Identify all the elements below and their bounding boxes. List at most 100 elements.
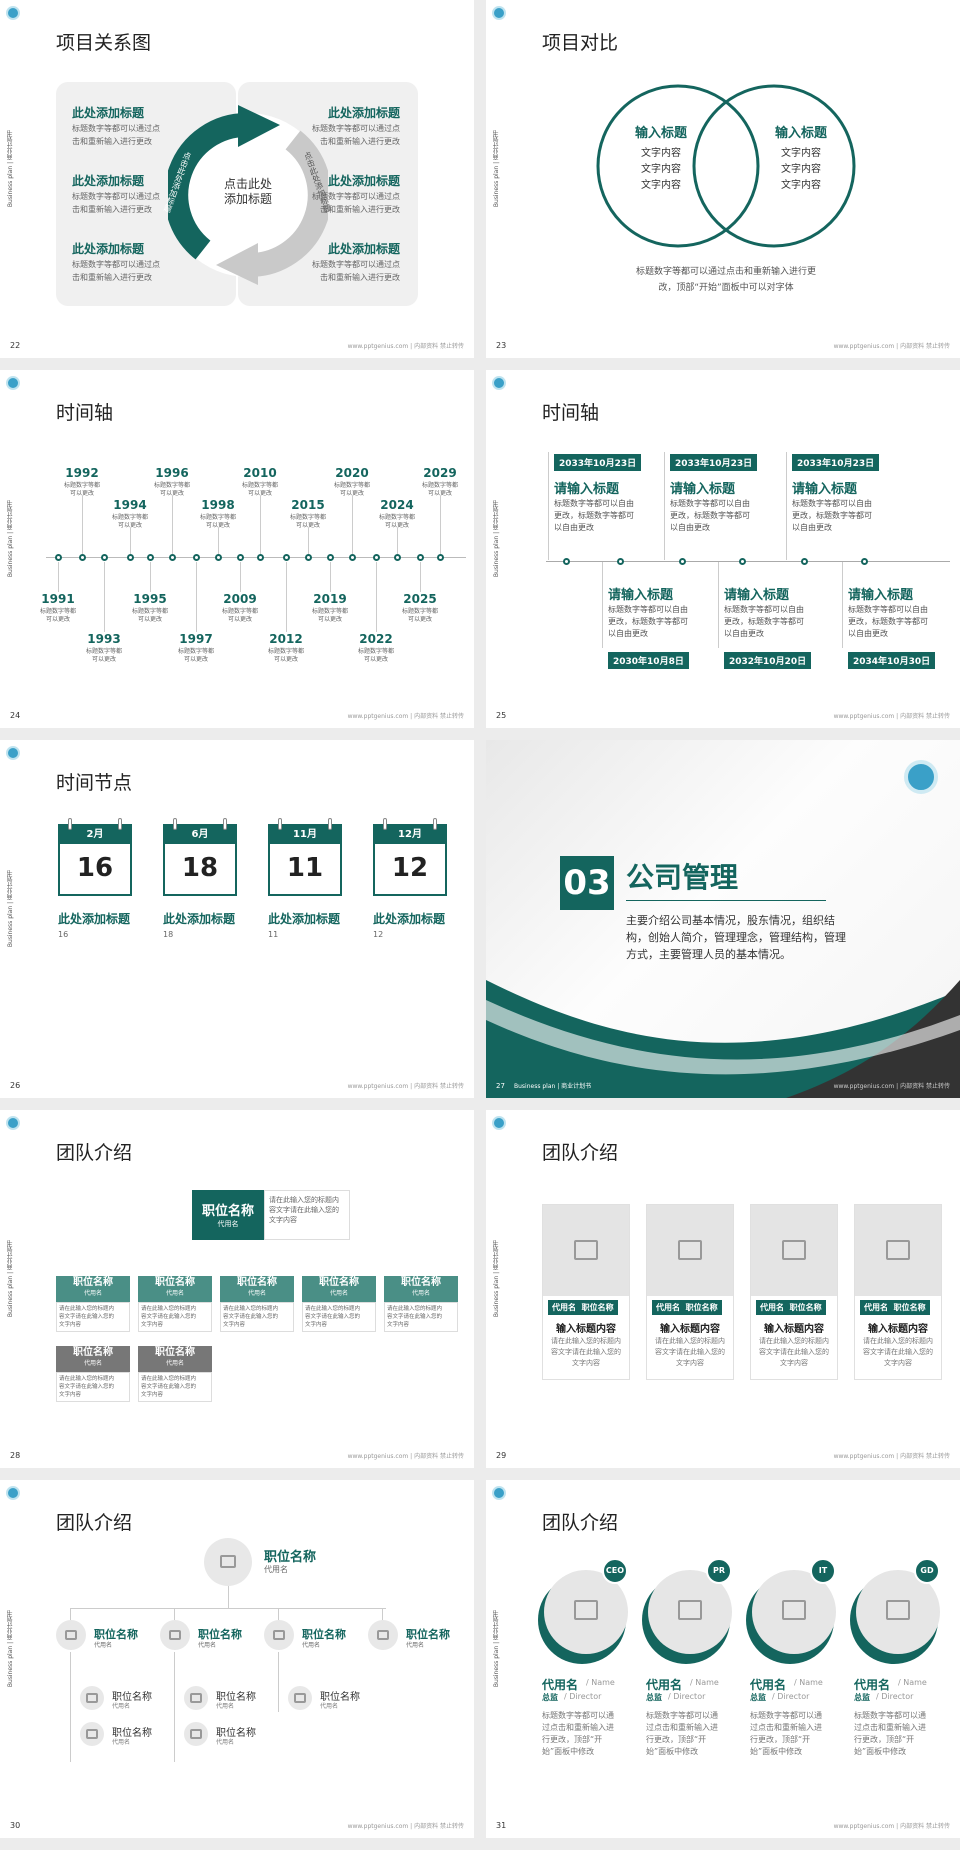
item-desc: 标题数字等都可以通过点 击和重新输入进行更改 xyxy=(72,124,160,146)
image-placeholder-icon xyxy=(190,1729,202,1739)
avatar[interactable] xyxy=(80,1722,104,1746)
timeline-dot[interactable] xyxy=(861,558,868,565)
calendar-card[interactable]: 12月 12 xyxy=(373,824,447,896)
footer-url: www.pptgenius.com | 内部资料 禁止转传 xyxy=(833,1083,950,1090)
position-card[interactable]: 职位名称 代用名 xyxy=(384,1276,458,1302)
slide-27[interactable]: 03 公司管理 主要介绍公司基本情况，股东情况，组织结 构，创始人简介，管理理念… xyxy=(486,740,960,1098)
timeline-dot[interactable] xyxy=(617,558,624,565)
slide-30[interactable]: Business plan | 商业计划书 团队介绍 职位名称 代用名 30 w… xyxy=(0,1480,474,1838)
position-card[interactable]: 职位名称 代用名 xyxy=(138,1346,212,1372)
timeline-year: 2012 xyxy=(269,632,303,646)
timeline-dot[interactable] xyxy=(55,554,62,561)
role-badge: PR xyxy=(706,1558,732,1584)
timeline-connector xyxy=(664,452,665,560)
timeline-dot[interactable] xyxy=(283,554,290,561)
person-role-en: / Director xyxy=(772,1692,810,1701)
page-number: 27 xyxy=(496,1082,505,1090)
slide-24[interactable]: Business plan | 商业计划书 时间轴 24 www.pptgeni… xyxy=(0,370,474,728)
timeline-dot[interactable] xyxy=(147,554,154,561)
timeline-dot[interactable] xyxy=(79,554,86,561)
timeline-dot[interactable] xyxy=(237,554,244,561)
timeline-connector xyxy=(286,562,287,632)
logo-icon xyxy=(492,376,506,390)
calendar-ring-icon xyxy=(383,818,387,830)
timeline-desc: 标题数字等都 可以更改 xyxy=(63,482,100,497)
event-title: 请输入标题 xyxy=(608,588,674,603)
avatar[interactable] xyxy=(184,1722,208,1746)
item-title: 此处添加标题 xyxy=(72,174,145,188)
org-top-position: 职位名称 xyxy=(201,1204,254,1219)
event-desc: 标题数字等都可以自由 更改，标题数字等都可 以自由更改 xyxy=(554,499,634,532)
slide-31[interactable]: Business plan | 商业计划书 团队介绍 31 www.pptgen… xyxy=(486,1480,960,1838)
calendar-card[interactable]: 6月 18 xyxy=(163,824,237,896)
org-top-desc: 请在此输入您的标题内 容文字请在此输入您的 文字内容 xyxy=(264,1190,350,1240)
timeline-dot[interactable] xyxy=(127,554,134,561)
timeline-dot[interactable] xyxy=(101,554,108,561)
timeline-dot[interactable] xyxy=(257,554,264,561)
timeline-dot[interactable] xyxy=(327,554,334,561)
footer-label: Business plan | 商业计划书 xyxy=(514,1083,592,1090)
timeline-dot[interactable] xyxy=(563,558,570,565)
slide-29[interactable]: Business plan | 商业计划书 团队介绍 29 www.pptgen… xyxy=(486,1110,960,1468)
person-role-en: / Director xyxy=(668,1692,706,1701)
org-top-avatar[interactable] xyxy=(204,1538,252,1586)
logo-icon xyxy=(492,1486,506,1500)
position-title: 职位名称 xyxy=(155,1347,195,1358)
event-title: 请输入标题 xyxy=(724,588,790,603)
date-tag: 2034年10月30日 xyxy=(848,652,936,669)
avatar[interactable] xyxy=(184,1686,208,1710)
timeline-dot[interactable] xyxy=(373,554,380,561)
timeline-dot[interactable] xyxy=(437,554,444,561)
calendar-ring-icon xyxy=(118,818,122,830)
calendar-card[interactable]: 11月 11 xyxy=(268,824,342,896)
avatar[interactable] xyxy=(160,1620,190,1650)
timeline-desc: 标题数字等都 可以更改 xyxy=(221,608,258,623)
timeline-dot[interactable] xyxy=(193,554,200,561)
card-title: 此处添加标题 xyxy=(373,912,446,926)
position-name: 代用名 xyxy=(83,1290,102,1297)
timeline-dot[interactable] xyxy=(801,558,808,565)
card-frame xyxy=(854,1204,942,1380)
avatar[interactable] xyxy=(80,1686,104,1710)
timeline-dot[interactable] xyxy=(394,554,401,561)
avatar[interactable] xyxy=(264,1620,294,1650)
org-top-card[interactable]: 职位名称 代用名 xyxy=(192,1190,264,1240)
calendar-card[interactable]: 2月 16 xyxy=(58,824,132,896)
position-card[interactable]: 职位名称 代用名 xyxy=(56,1276,130,1302)
slide-28[interactable]: Business plan | 商业计划书 团队介绍 职位名称 代用名 请在此输… xyxy=(0,1110,474,1468)
timeline-connector xyxy=(308,528,309,554)
timeline-year: 2019 xyxy=(313,592,347,606)
avatar[interactable] xyxy=(288,1686,312,1710)
position-card[interactable]: 职位名称 代用名 xyxy=(220,1276,294,1302)
avatar[interactable] xyxy=(368,1620,398,1650)
position-card[interactable]: 职位名称 代用名 xyxy=(302,1276,376,1302)
timeline-year: 1998 xyxy=(201,498,235,512)
timeline-connector xyxy=(548,452,549,560)
timeline-dot[interactable] xyxy=(169,554,176,561)
slide-22[interactable]: Business plan | 商业计划书 项目关系图 点击此处 添加标题 点击… xyxy=(0,0,474,358)
position-card[interactable]: 职位名称 代用名 xyxy=(138,1276,212,1302)
timeline-year: 1997 xyxy=(179,632,213,646)
card-title: 此处添加标题 xyxy=(58,912,131,926)
event-desc: 标题数字等都可以自由 更改，标题数字等都可 以自由更改 xyxy=(670,499,750,532)
timeline-connector xyxy=(842,562,843,648)
avatar[interactable] xyxy=(56,1620,86,1650)
position-title: 职位名称 xyxy=(73,1347,113,1358)
timeline-year: 1996 xyxy=(155,466,189,480)
slide-23[interactable]: Business plan | 商业计划书 项目对比 输入标题 文字内容 文字内… xyxy=(486,0,960,358)
timeline-dot[interactable] xyxy=(679,558,686,565)
image-placeholder-icon xyxy=(294,1693,306,1703)
side-label: Business plan | 商业计划书 xyxy=(493,500,500,578)
slide-25[interactable]: Business plan | 商业计划书 时间轴 25 www.pptgeni… xyxy=(486,370,960,728)
position-card[interactable]: 职位名称 代用名 xyxy=(56,1346,130,1372)
slide-title: 项目关系图 xyxy=(56,32,152,54)
timeline-dot[interactable] xyxy=(417,554,424,561)
item-desc: 标题数字等都可以通过点 击和重新输入进行更改 xyxy=(312,260,400,282)
timeline-dot[interactable] xyxy=(215,554,222,561)
person-desc: 标题数字等都可以通 过点击和重新输入进 行更改，顶部“开 始”面板中修改 xyxy=(542,1711,614,1756)
brand-logo-icon xyxy=(904,760,938,794)
timeline-dot[interactable] xyxy=(739,558,746,565)
timeline-dot[interactable] xyxy=(305,554,312,561)
timeline-dot[interactable] xyxy=(349,554,356,561)
slide-26[interactable]: Business plan | 商业计划书 时间节点 26 www.pptgen… xyxy=(0,740,474,1098)
